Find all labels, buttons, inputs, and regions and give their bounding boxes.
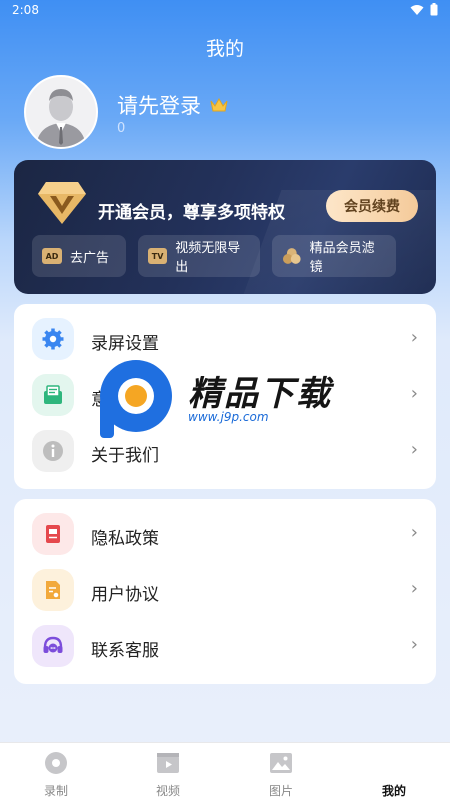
tab-label: 我的 (381, 784, 406, 798)
info-icon (32, 430, 74, 472)
image-icon (270, 753, 292, 773)
legal-menu-card: 隐私政策 › 用户协议 › 联系客服 › (14, 499, 436, 684)
tv-icon: TV (148, 248, 168, 264)
tab-label: 录制 (43, 784, 68, 798)
status-time: 2:08 (12, 3, 39, 17)
menu-label: 意见反馈 (91, 390, 159, 410)
menu-item-contact-support[interactable]: 联系客服 › (14, 619, 436, 675)
feedback-icon (32, 374, 74, 416)
diamond-icon (38, 182, 86, 224)
tab-label: 视频 (155, 784, 180, 798)
record-icon (45, 752, 67, 774)
document-icon (32, 513, 74, 555)
headset-icon (32, 625, 74, 667)
chevron-right-icon: › (410, 327, 418, 348)
perk-label: 去广告 (70, 250, 110, 266)
tab-record[interactable]: 录制 (0, 743, 112, 800)
settings-menu-card: 录屏设置 › 意见反馈 › 关于我们 › (14, 304, 436, 489)
tab-label: 图片 (268, 784, 293, 798)
perk-label: 视频无限导出 (175, 241, 241, 275)
login-prompt[interactable]: 请先登录 (117, 90, 229, 120)
chevron-right-icon: › (410, 439, 418, 460)
menu-item-privacy-policy[interactable]: 隐私政策 › (14, 507, 436, 563)
chevron-right-icon: › (410, 578, 418, 599)
vip-card[interactable]: 开通会员，尊享多项特权 会员续费 AD 去广告 TV 视频无限导出 精品会员滤镜 (14, 160, 436, 294)
tab-mine[interactable]: 我的 (338, 743, 450, 800)
tab-video[interactable]: 视频 (112, 743, 224, 800)
page-title: 我的 (205, 38, 244, 60)
menu-item-user-agreement[interactable]: 用户协议 › (14, 563, 436, 619)
perk-remove-ads[interactable]: AD 去广告 (32, 235, 126, 277)
battery-icon (430, 3, 438, 16)
chevron-right-icon: › (410, 522, 418, 543)
vip-title: 开通会员，尊享多项特权 (98, 203, 285, 223)
chevron-right-icon: › (410, 634, 418, 655)
avatar[interactable] (24, 75, 98, 149)
menu-item-about[interactable]: 关于我们 › (14, 424, 436, 480)
default-avatar-icon (36, 89, 86, 147)
user-count: 0 (117, 121, 126, 136)
menu-label: 录屏设置 (91, 334, 159, 354)
ad-icon: AD (42, 248, 62, 264)
menu-label: 隐私政策 (91, 529, 159, 549)
bottom-nav: 录制 视频 图片 我的 (0, 742, 450, 800)
agreement-icon (32, 569, 74, 611)
menu-label: 关于我们 (91, 446, 159, 466)
perk-premium-filters[interactable]: 精品会员滤镜 (272, 235, 396, 277)
menu-label: 用户协议 (91, 585, 159, 605)
wifi-icon (410, 4, 424, 15)
status-bar: 2:08 (0, 0, 450, 22)
login-prompt-text: 请先登录 (117, 94, 201, 118)
chevron-right-icon: › (410, 383, 418, 404)
gear-icon (32, 318, 74, 360)
menu-label: 联系客服 (91, 641, 159, 661)
perk-label: 精品会员滤镜 (309, 241, 375, 275)
menu-item-feedback[interactable]: 意见反馈 › (14, 368, 436, 424)
video-icon (157, 753, 179, 773)
menu-item-record-settings[interactable]: 录屏设置 › (14, 312, 436, 368)
tab-image[interactable]: 图片 (225, 743, 337, 800)
renew-button[interactable]: 会员续费 (326, 190, 418, 222)
perk-unlimited-export[interactable]: TV 视频无限导出 (138, 235, 260, 277)
filter-icon (282, 248, 301, 264)
crown-icon (210, 97, 228, 112)
status-icons (410, 3, 438, 16)
